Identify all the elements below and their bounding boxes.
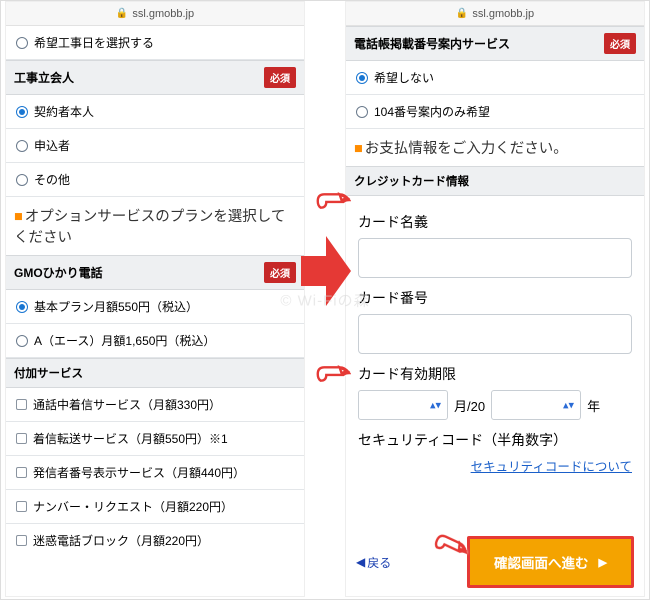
required-badge: 必須 [264, 67, 296, 88]
pointer-hand-icon [313, 186, 351, 216]
expiry-month-select[interactable]: ▴▾ [358, 390, 448, 420]
radio-row[interactable]: 104番号案内のみ希望 [346, 95, 644, 129]
check-row[interactable]: ナンバー・リクエスト（月額220円） [6, 490, 304, 524]
radio-row[interactable]: 申込者 [6, 129, 304, 163]
required-badge: 必須 [264, 262, 296, 283]
left-phone: 🔒 ssl.gmobb.jp 希望工事日を選択する 工事立会人 必須 契約者本人… [5, 1, 305, 597]
section-title: GMOひかり電話 [14, 264, 103, 281]
chevron-updown-icon: ▴▾ [563, 399, 574, 412]
radio-icon [16, 174, 28, 186]
section-denwa: 電話帳掲載番号案内サービス 必須 [346, 26, 644, 61]
section-title: クレジットカード情報 [354, 173, 469, 189]
address-bar: 🔒 ssl.gmobb.jp [6, 2, 304, 26]
lock-icon: 🔒 [456, 8, 468, 19]
proceed-button[interactable]: 確認画面へ進む ▶ [467, 536, 634, 588]
radio-row[interactable]: 希望しない [346, 61, 644, 95]
radio-icon [16, 37, 28, 49]
section-title: 付加サービス [14, 365, 83, 381]
card-name-label: カード名義 [358, 212, 632, 232]
radio-label: 104番号案内のみ希望 [374, 103, 490, 120]
checkbox-icon [16, 467, 27, 478]
radio-row[interactable]: 基本プラン月額550円（税込） [6, 290, 304, 324]
checkbox-icon [16, 399, 27, 410]
section-fuka: 付加サービス [6, 358, 304, 388]
back-label: 戻る [367, 554, 391, 571]
section-cc: クレジットカード情報 [346, 166, 644, 196]
check-label: 迷惑電話ブロック（月額220円） [33, 532, 209, 549]
radio-label: 希望工事日を選択する [34, 34, 154, 51]
checkbox-icon [16, 501, 27, 512]
radio-label: 基本プラン月額550円（税込） [34, 298, 198, 315]
option-plan-title: ■オプションサービスのプランを選択してください [6, 197, 304, 255]
check-label: 発信者番号表示サービス（月額440円） [33, 464, 245, 481]
check-row[interactable]: 迷惑電話ブロック（月額220円） [6, 524, 304, 557]
chevron-updown-icon: ▴▾ [430, 399, 441, 412]
card-expiry-label: カード有効期限 [358, 364, 632, 384]
radio-label: 申込者 [34, 137, 70, 154]
radio-label: 契約者本人 [34, 103, 94, 120]
card-number-label: カード番号 [358, 288, 632, 308]
proceed-label: 確認画面へ進む [494, 552, 589, 572]
payment-title: ■お支払情報をご入力ください。 [346, 129, 644, 166]
radio-icon [356, 72, 368, 84]
radio-row[interactable]: A（エース）月額1,650円（税込） [6, 324, 304, 358]
card-form: カード名義 カード番号 カード有効期限 ▴▾ 月/20 ▴▾ 年 セキュリティコ… [346, 196, 644, 487]
back-link[interactable]: ◀ 戻る [356, 554, 391, 571]
security-code-help-link[interactable]: セキュリティコードについて [358, 456, 632, 475]
section-hikari: GMOひかり電話 必須 [6, 255, 304, 290]
right-phone: 🔒 ssl.gmobb.jp 電話帳掲載番号案内サービス 必須 希望しない 10… [345, 1, 645, 597]
check-label: 通話中着信サービス（月額330円） [33, 396, 221, 413]
expiry-year-suffix: 年 [587, 396, 600, 415]
radio-icon [16, 140, 28, 152]
big-arrow-icon [301, 231, 351, 311]
radio-row[interactable]: 契約者本人 [6, 95, 304, 129]
checkbox-icon [16, 433, 27, 444]
domain-text: ssl.gmobb.jp [132, 8, 194, 20]
card-number-input[interactable] [358, 314, 632, 354]
lock-icon: 🔒 [116, 8, 128, 19]
chevron-left-icon: ◀ [356, 555, 365, 569]
radio-row-kouji[interactable]: 希望工事日を選択する [6, 26, 304, 60]
radio-icon [16, 301, 28, 313]
pointer-hand-icon [313, 359, 351, 389]
domain-text: ssl.gmobb.jp [472, 8, 534, 20]
check-label: 着信転送サービス（月額550円）※1 [33, 430, 228, 447]
title-text: お支払情報をご入力ください。 [365, 141, 568, 157]
radio-label: 希望しない [374, 69, 434, 86]
check-row[interactable]: 通話中着信サービス（月額330円） [6, 388, 304, 422]
radio-icon [356, 106, 368, 118]
security-code-label: セキュリティコード（半角数字） [358, 430, 632, 450]
check-row[interactable]: 発信者番号表示サービス（月額440円） [6, 456, 304, 490]
required-badge: 必須 [604, 33, 636, 54]
checkbox-icon [16, 535, 27, 546]
check-label: ナンバー・リクエスト（月額220円） [33, 498, 233, 515]
title-text: オプションサービスのプランを選択してください [14, 209, 285, 246]
expiry-year-select[interactable]: ▴▾ [491, 390, 581, 420]
expiry-separator: 月/20 [454, 396, 485, 415]
radio-label: A（エース）月額1,650円（税込） [34, 332, 215, 349]
radio-icon [16, 335, 28, 347]
section-tachiai: 工事立会人 必須 [6, 60, 304, 95]
card-name-input[interactable] [358, 238, 632, 278]
chevron-right-icon: ▶ [599, 556, 607, 569]
check-row[interactable]: 着信転送サービス（月額550円）※1 [6, 422, 304, 456]
radio-icon [16, 106, 28, 118]
radio-label: その他 [34, 171, 70, 188]
address-bar: 🔒 ssl.gmobb.jp [346, 2, 644, 26]
section-title: 電話帳掲載番号案内サービス [354, 35, 510, 52]
section-title: 工事立会人 [14, 69, 74, 86]
radio-row[interactable]: その他 [6, 163, 304, 197]
